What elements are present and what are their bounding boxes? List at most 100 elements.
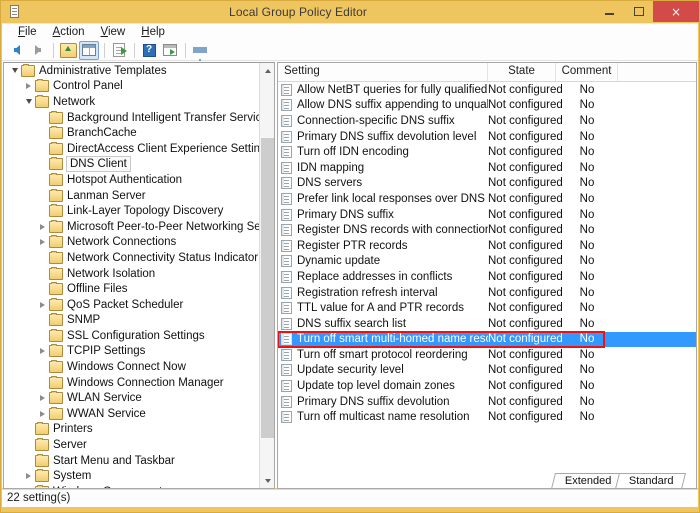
chevron-right-icon[interactable] xyxy=(22,473,35,480)
chevron-right-icon[interactable] xyxy=(36,239,49,246)
tree-item[interactable]: Windows Connection Manager xyxy=(4,375,259,391)
status-bar: 22 setting(s) xyxy=(2,489,698,507)
table-row[interactable]: DNS servers Not configured No xyxy=(278,176,696,192)
table-row[interactable]: Turn off smart protocol reordering Not co… xyxy=(278,347,696,363)
show-hide-tree-icon[interactable] xyxy=(79,40,99,60)
policy-setting-icon xyxy=(281,192,292,205)
tree-item[interactable]: DirectAccess Client Experience Settings xyxy=(4,141,259,157)
filter-icon[interactable] xyxy=(190,41,210,65)
column-header-state[interactable]: State xyxy=(488,63,556,81)
chevron-down-icon[interactable] xyxy=(8,68,21,74)
table-row[interactable]: Connection-specific DNS suffix Not config… xyxy=(278,113,696,129)
back-arrow-icon[interactable] xyxy=(7,41,27,60)
chevron-right-icon[interactable] xyxy=(36,301,49,308)
cell-setting: Prefer link local responses over DNS whe… xyxy=(278,192,488,205)
table-row[interactable]: Turn off multicast name resolution Not co… xyxy=(278,409,696,425)
console-tree[interactable]: Administrative Templates Control Panel Net… xyxy=(4,63,259,488)
chevron-right-icon[interactable] xyxy=(36,410,49,417)
column-header-setting[interactable]: Setting xyxy=(278,63,488,81)
tree-item[interactable]: Lanman Server xyxy=(4,188,259,204)
tree-item[interactable]: Server xyxy=(4,437,259,453)
cell-setting: Allow DNS suffix appending to unqualifie… xyxy=(278,99,488,112)
scroll-down-icon[interactable] xyxy=(260,473,274,488)
table-row[interactable]: Primary DNS suffix devolution level Not c… xyxy=(278,129,696,145)
tree-item[interactable]: WWAN Service xyxy=(4,406,259,422)
cell-state: Not configured xyxy=(488,161,563,174)
table-row[interactable]: Allow NetBT queries for fully qualified … xyxy=(278,82,696,98)
tree-item[interactable]: Microsoft Peer-to-Peer Networking Servic… xyxy=(4,219,259,235)
tree-item[interactable]: System xyxy=(4,468,259,484)
tree-item[interactable]: Printers xyxy=(4,422,259,438)
tree-item[interactable]: SSL Configuration Settings xyxy=(4,328,259,344)
tree-item[interactable]: Network Connections xyxy=(4,235,259,251)
menu-view[interactable]: View xyxy=(93,25,134,40)
table-row[interactable]: Update top level domain zones Not configu… xyxy=(278,378,696,394)
tree-item[interactable]: Link-Layer Topology Discovery xyxy=(4,203,259,219)
folder-icon xyxy=(49,360,63,374)
chevron-right-icon[interactable] xyxy=(36,348,49,355)
tree-item[interactable]: Hotspot Authentication xyxy=(4,172,259,188)
tree-item[interactable]: Network Isolation xyxy=(4,266,259,282)
scrollbar-thumb[interactable] xyxy=(261,138,274,438)
properties-icon[interactable] xyxy=(109,41,129,60)
help-icon[interactable]: ? xyxy=(139,41,159,60)
tree-item-label: DirectAccess Client Experience Settings xyxy=(67,142,259,155)
menu-file[interactable]: File xyxy=(10,25,45,40)
setting-name: Primary DNS suffix devolution level xyxy=(297,130,477,143)
chevron-down-icon[interactable] xyxy=(22,99,35,105)
chevron-right-icon[interactable] xyxy=(36,395,49,402)
tree-item[interactable]: BranchCache xyxy=(4,125,259,141)
tree-item[interactable]: Background Intelligent Transfer Service … xyxy=(4,110,259,126)
tree-item[interactable]: Administrative Templates xyxy=(4,63,259,79)
tab-extended[interactable]: Extended xyxy=(551,473,624,488)
table-row[interactable]: Primary DNS suffix devolution Not configu… xyxy=(278,394,696,410)
tree-vertical-scrollbar[interactable] xyxy=(259,63,274,488)
tree-item[interactable]: Network xyxy=(4,94,259,110)
table-row[interactable]: IDN mapping Not configured No xyxy=(278,160,696,176)
chevron-right-icon[interactable] xyxy=(22,83,35,90)
column-header-comment[interactable]: Comment xyxy=(556,63,618,81)
cell-setting: Turn off smart protocol reordering xyxy=(278,348,488,361)
menu-action[interactable]: Action xyxy=(45,25,93,40)
forward-arrow-icon[interactable] xyxy=(28,41,48,60)
settings-list-body[interactable]: Allow NetBT queries for fully qualified … xyxy=(278,82,696,488)
table-row[interactable]: Registration refresh interval Not configu… xyxy=(278,285,696,301)
export-list-icon[interactable] xyxy=(160,41,180,60)
tree-item[interactable]: Offline Files xyxy=(4,281,259,297)
table-row[interactable]: Prefer link local responses over DNS whe… xyxy=(278,191,696,207)
scroll-up-icon[interactable] xyxy=(260,63,274,78)
tree-item[interactable]: Windows Components xyxy=(4,484,259,488)
setting-name: Register PTR records xyxy=(297,239,408,252)
tree-item[interactable]: SNMP xyxy=(4,313,259,329)
tree-item[interactable]: TCPIP Settings xyxy=(4,344,259,360)
table-row[interactable]: Register DNS records with connection-spe… xyxy=(278,222,696,238)
table-row[interactable]: Replace addresses in conflicts Not config… xyxy=(278,269,696,285)
tree-item[interactable]: DNS Client xyxy=(4,156,259,173)
toolbar-separator xyxy=(134,42,135,58)
tree-item[interactable]: Start Menu and Taskbar xyxy=(4,453,259,469)
chevron-right-icon[interactable] xyxy=(36,223,49,230)
menu-help[interactable]: Help xyxy=(133,25,173,40)
minimize-button[interactable] xyxy=(595,1,624,22)
folder-icon xyxy=(49,172,63,186)
tree-item[interactable]: Control Panel xyxy=(4,79,259,95)
up-one-level-icon[interactable] xyxy=(58,41,78,60)
table-row[interactable]: Register PTR records Not configured No xyxy=(278,238,696,254)
cell-comment: No xyxy=(579,302,595,315)
table-row[interactable]: TTL value for A and PTR records Not confi… xyxy=(278,300,696,316)
tree-item[interactable]: Network Connectivity Status Indicator xyxy=(4,250,259,266)
table-row[interactable]: Turn off smart multi-homed name resoluti… xyxy=(278,330,696,348)
tree-item[interactable]: Windows Connect Now xyxy=(4,359,259,375)
table-row[interactable]: Turn off IDN encoding Not configured No xyxy=(278,144,696,160)
table-row[interactable]: Primary DNS suffix Not configured No xyxy=(278,207,696,223)
folder-icon xyxy=(35,484,49,488)
tab-standard[interactable]: Standard xyxy=(615,473,687,488)
tree-item[interactable]: QoS Packet Scheduler xyxy=(4,297,259,313)
close-button[interactable]: × xyxy=(653,1,699,22)
table-row[interactable]: Update security level Not configured No xyxy=(278,363,696,379)
maximize-button[interactable] xyxy=(624,1,653,22)
table-row[interactable]: Allow DNS suffix appending to unqualifie… xyxy=(278,98,696,114)
table-row[interactable]: Dynamic update Not configured No xyxy=(278,254,696,270)
table-row[interactable]: DNS suffix search list Not configured No xyxy=(278,316,696,332)
tree-item[interactable]: WLAN Service xyxy=(4,390,259,406)
